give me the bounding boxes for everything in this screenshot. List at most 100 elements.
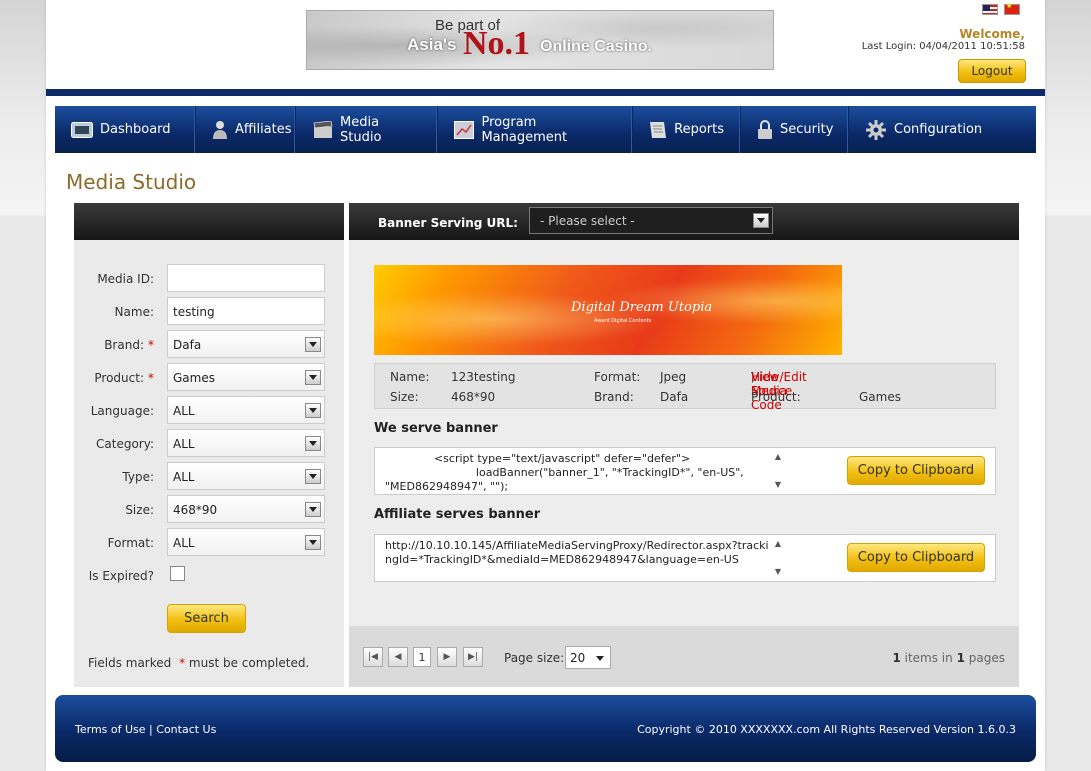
name-input[interactable]: testing: [167, 297, 325, 325]
info-size-label: Size:: [390, 390, 419, 404]
prev-page-icon[interactable]: ◀: [388, 647, 408, 667]
chevron-down-icon[interactable]: [305, 535, 321, 550]
banner-serving-url-select[interactable]: - Please select -: [529, 207, 773, 234]
nav-item-reports[interactable]: Reports: [633, 106, 741, 153]
name-row: Name: testing: [74, 297, 344, 325]
results-panel-header: Banner Serving URL: - Please select -: [349, 203, 1019, 240]
media-id-input[interactable]: [167, 264, 325, 292]
copy-to-clipboard-button[interactable]: Copy to Clipboard: [847, 456, 985, 485]
info-size-value: 468*90: [451, 390, 496, 404]
nav-item-security[interactable]: Security: [741, 106, 849, 153]
required-marker: *: [148, 338, 154, 352]
format-row: Format: ALL: [74, 528, 344, 556]
banner-serving-url-value: - Please select -: [540, 214, 635, 228]
product-select-value: Games: [173, 371, 215, 385]
page-size-label: Page size:: [504, 651, 565, 665]
nav-label: Program Management: [481, 114, 568, 145]
next-page-icon[interactable]: ▶: [437, 647, 457, 667]
items-info: 1 items in 1 pages: [892, 651, 1005, 665]
page-size-select[interactable]: 20: [565, 646, 611, 669]
page-number-button[interactable]: 1: [413, 647, 431, 667]
chevron-down-icon[interactable]: [305, 469, 321, 484]
items-text: items in: [904, 651, 953, 665]
brand-label: Brand: *: [104, 338, 154, 352]
chevron-down-icon[interactable]: [305, 436, 321, 451]
logout-button[interactable]: Logout: [958, 59, 1026, 83]
info-format-value: Jpeg: [660, 370, 687, 384]
note-suffix: must be completed.: [188, 656, 310, 670]
affiliate-serves-banner-title: Affiliate serves banner: [374, 507, 541, 522]
chevron-down-icon[interactable]: [305, 403, 321, 418]
welcome-text: Welcome,: [959, 27, 1025, 41]
chart-icon: [454, 120, 475, 140]
contact-us-link[interactable]: Contact Us: [156, 723, 216, 736]
nav-item-configuration[interactable]: Configuration: [849, 106, 1036, 153]
scrollbar[interactable]: ▲ ▼: [772, 450, 784, 494]
info-brand-label: Brand:: [594, 390, 634, 404]
nav-label: Reports: [674, 122, 724, 137]
terms-of-use-link[interactable]: Terms of Use: [75, 723, 146, 736]
nav-label: Security: [780, 122, 834, 137]
language-label: Language:: [90, 404, 154, 418]
gear-icon: [865, 119, 887, 140]
type-select[interactable]: ALL: [167, 462, 325, 490]
size-select[interactable]: 468*90: [167, 495, 325, 523]
affiliate-serves-code-textarea[interactable]: http://10.10.10.145/AffiliateMediaServin…: [385, 539, 770, 567]
results-panel: Banner Serving URL: - Please select - Di…: [349, 203, 1019, 687]
nav-label: Media Studio: [340, 114, 382, 145]
category-row: Category: ALL: [74, 429, 344, 457]
nav-item-dashboard[interactable]: Dashboard: [55, 106, 196, 153]
product-label: Product: *: [94, 371, 154, 385]
format-select[interactable]: ALL: [167, 528, 325, 556]
banner-preview-image: Digital Dream Utopia Award Digital Conte…: [374, 265, 842, 355]
banner-subtitle: Award Digital Contents: [594, 318, 652, 324]
nav-label: Affiliates: [235, 122, 292, 137]
is-expired-checkbox[interactable]: [170, 566, 185, 581]
page-title: Media Studio: [66, 170, 197, 194]
dashboard-icon: [71, 120, 93, 140]
filter-panel-header: [74, 203, 344, 240]
product-select[interactable]: Games: [167, 363, 325, 391]
last-page-icon[interactable]: ▶|: [463, 647, 483, 667]
language-select[interactable]: ALL: [167, 396, 325, 424]
chevron-down-icon[interactable]: [305, 370, 321, 385]
nav-item-media-studio[interactable]: Media Studio: [296, 106, 438, 153]
chevron-down-icon[interactable]: [753, 213, 769, 228]
product-label-text: Product:: [94, 371, 144, 385]
us-flag-icon[interactable]: [982, 4, 998, 15]
page-container: Be part of Asia's No.1 Online Casino. We…: [46, 0, 1045, 771]
first-page-icon[interactable]: |◀: [363, 647, 383, 667]
name-label: Name:: [114, 305, 154, 319]
is-expired-label: Is Expired?: [88, 569, 154, 583]
is-expired-row: Is Expired?: [74, 561, 344, 589]
header-divider: [46, 89, 1045, 96]
chevron-down-icon[interactable]: [305, 337, 321, 352]
copyright-text: Copyright © 2010 XXXXXXX.com All Rights …: [637, 723, 1016, 736]
info-name-value: 123testing: [451, 370, 516, 384]
china-flag-icon[interactable]: [1004, 2, 1020, 15]
note-star: *: [179, 656, 186, 670]
media-id-row: Media ID:: [74, 264, 344, 292]
brand-select[interactable]: Dafa: [167, 330, 325, 358]
info-product-label: Product:: [751, 390, 801, 404]
banner-serving-url-label: Banner Serving URL:: [378, 216, 518, 230]
brand-row: Brand: * Dafa: [74, 330, 344, 358]
nav-item-affiliates[interactable]: Affiliates: [196, 106, 296, 153]
nav-item-program-management[interactable]: Program Management: [438, 106, 633, 153]
required-fields-note: Fields marked * must be completed.: [88, 656, 309, 670]
clapperboard-icon: [312, 120, 333, 140]
header-ad-banner[interactable]: Be part of Asia's No.1 Online Casino.: [306, 10, 774, 70]
scrollbar[interactable]: ▲ ▼: [772, 537, 784, 581]
note-prefix: Fields marked: [88, 656, 172, 670]
category-select[interactable]: ALL: [167, 429, 325, 457]
language-row: Language: ALL: [74, 396, 344, 424]
we-serve-code-textarea[interactable]: <script type="text/javascript" defer="de…: [385, 452, 770, 494]
banner-title: Digital Dream Utopia: [571, 300, 713, 315]
search-button[interactable]: Search: [167, 604, 246, 633]
type-row: Type: ALL: [74, 462, 344, 490]
lock-icon: [757, 119, 773, 140]
copy-to-clipboard-button[interactable]: Copy to Clipboard: [847, 543, 985, 572]
category-select-value: ALL: [173, 437, 195, 451]
brand-select-value: Dafa: [173, 338, 202, 352]
chevron-down-icon[interactable]: [305, 502, 321, 517]
